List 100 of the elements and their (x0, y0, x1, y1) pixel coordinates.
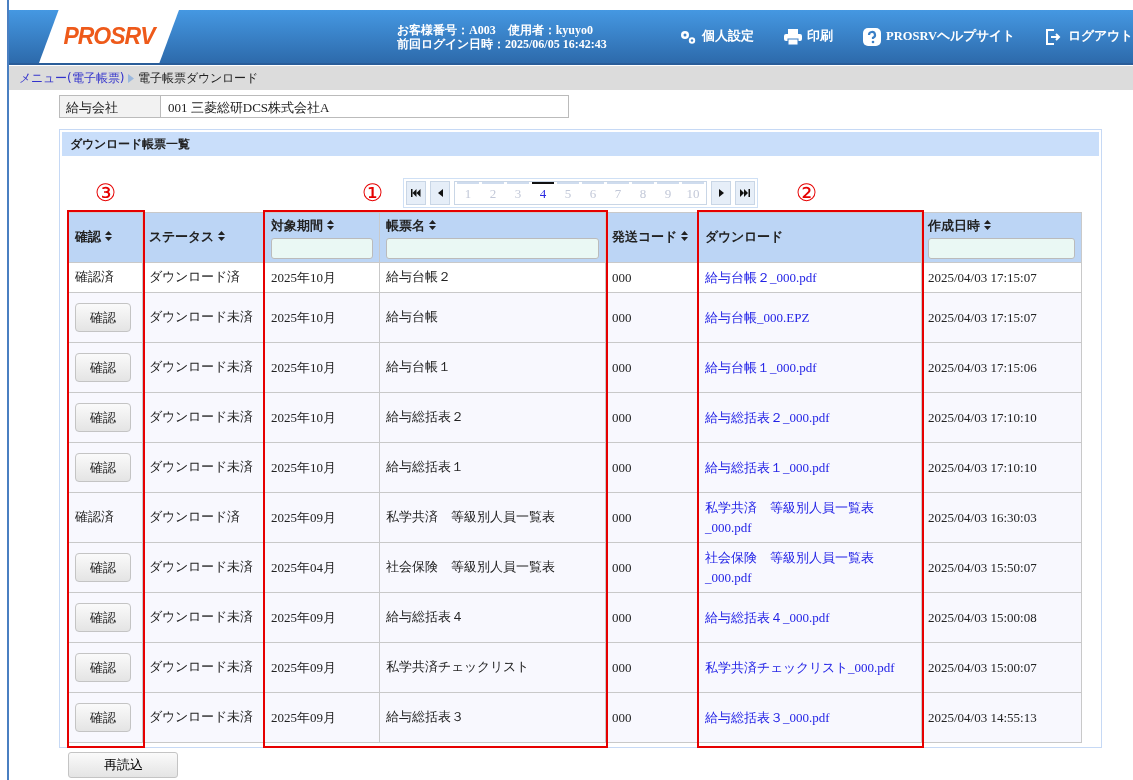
confirm-button[interactable]: 確認 (75, 452, 131, 483)
reload-button[interactable]: 再読込 (68, 752, 178, 778)
confirm-button[interactable]: 確認 (75, 652, 131, 683)
report-name-cell: 給与総括表２ (379, 392, 606, 443)
status-cell: ダウンロード未済 (142, 292, 265, 343)
breadcrumb-current: 電子帳票ダウンロード (138, 70, 259, 87)
column-header[interactable]: 帳票名 (379, 212, 606, 263)
gear-icon (679, 28, 698, 45)
sort-icon[interactable] (429, 220, 436, 230)
sort-icon[interactable] (984, 220, 991, 230)
column-header[interactable]: ステータス (142, 212, 265, 263)
nav-link[interactable]: 印刷 (784, 27, 834, 46)
report-name-cell: 私学共済チェックリスト (379, 642, 606, 693)
period-cell: 2025年10月 (264, 262, 380, 293)
period-cell: 2025年04月 (264, 542, 380, 593)
report-name-cell: 給与台帳１ (379, 342, 606, 393)
column-label: ダウンロード (705, 229, 783, 245)
confirm-button[interactable]: 確認 (75, 602, 131, 633)
previous-page-button[interactable] (430, 181, 450, 205)
confirm-button[interactable]: 確認 (75, 352, 131, 383)
confirm-status: 確認済 (75, 269, 114, 285)
annotation-number: ① (360, 181, 385, 205)
column-label: 確認 (75, 229, 101, 245)
sort-icon[interactable] (681, 231, 688, 242)
nav-link[interactable]: ログアウト (1045, 27, 1133, 46)
first-page-icon (411, 189, 421, 197)
panel-title: ダウンロード帳票一覧 (62, 132, 1099, 156)
status-cell: ダウンロード未済 (142, 442, 265, 493)
column-label: 発送コード (612, 229, 677, 245)
next-page-button[interactable] (711, 181, 731, 205)
sort-icon[interactable] (105, 231, 112, 242)
logout-icon (1045, 28, 1063, 45)
period-cell: 2025年09月 (264, 692, 380, 743)
period-cell: 2025年09月 (264, 492, 380, 543)
field-value: 001 三菱総研DCS株式会社A (167, 99, 331, 117)
code-cell: 000 (605, 642, 699, 693)
nav-link[interactable]: PROSRVヘルプサイト (863, 27, 1015, 46)
printer-icon (784, 28, 803, 45)
created-cell: 2025/04/03 15:50:07 (921, 542, 1082, 593)
chevron-icon (128, 73, 135, 83)
filter-field[interactable] (271, 237, 373, 259)
previous-page-icon (437, 189, 443, 197)
annotation-number: ② (794, 181, 819, 205)
status-cell: ダウンロード未済 (142, 392, 265, 443)
report-name-cell: 給与台帳 (379, 292, 606, 343)
code-cell: 000 (605, 342, 699, 393)
confirm-button[interactable]: 確認 (75, 552, 131, 583)
code-cell: 000 (605, 592, 699, 643)
status-cell: ダウンロード未済 (142, 342, 265, 393)
first-page-button[interactable] (406, 181, 426, 205)
created-cell: 2025/04/03 17:15:07 (921, 292, 1082, 343)
code-cell: 000 (605, 692, 699, 743)
column-header[interactable]: 発送コード (605, 212, 699, 263)
code-cell: 000 (605, 542, 699, 593)
column-label: ステータス (149, 229, 214, 245)
period-cell: 2025年10月 (264, 292, 380, 343)
report-name-cell: 給与総括表１ (379, 442, 606, 493)
status-cell: ダウンロード未済 (142, 642, 265, 693)
help-icon (863, 27, 882, 46)
code-cell: 000 (605, 492, 699, 543)
period-cell: 2025年10月 (264, 392, 380, 443)
created-cell: 2025/04/03 15:00:07 (921, 642, 1082, 693)
confirm-status: 確認済 (75, 509, 114, 525)
report-name-cell: 社会保険 等級別人員一覧表 (379, 542, 606, 593)
last-page-icon (740, 189, 750, 197)
annotation-number: ③ (93, 181, 118, 205)
header-info-text: 前回ログイン日時：2025/06/05 16:42:43 (397, 36, 607, 51)
column-label: 作成日時 (928, 218, 980, 233)
status-cell: ダウンロード済 (142, 492, 265, 543)
nav-link[interactable]: 個人設定 (679, 27, 755, 46)
page-number[interactable]: 4 (532, 182, 554, 204)
filter-field[interactable] (928, 237, 1075, 259)
status-cell: ダウンロード済 (142, 262, 265, 293)
confirm-button[interactable]: 確認 (75, 302, 131, 333)
column-header[interactable]: 作成日時 (921, 212, 1082, 263)
confirm-button[interactable]: 確認 (75, 702, 131, 733)
column-header[interactable]: 対象期間 (264, 212, 380, 263)
code-cell: 000 (605, 392, 699, 443)
last-page-button[interactable] (735, 181, 755, 205)
period-cell: 2025年09月 (264, 592, 380, 643)
created-cell: 2025/04/03 15:00:08 (921, 592, 1082, 643)
next-page-icon (718, 189, 724, 197)
breadcrumb-link[interactable]: メニュー(電子帳票) (19, 69, 125, 87)
filter-field[interactable] (386, 237, 599, 259)
field-label: 給与会社 (60, 96, 161, 117)
created-cell: 2025/04/03 17:10:10 (921, 442, 1082, 493)
confirm-button[interactable]: 確認 (75, 402, 131, 433)
code-cell: 000 (605, 442, 699, 493)
created-cell: 2025/04/03 17:15:07 (921, 262, 1082, 293)
status-cell: ダウンロード未済 (142, 592, 265, 643)
sort-icon[interactable] (327, 220, 334, 230)
status-cell: ダウンロード未済 (142, 542, 265, 593)
column-header[interactable]: 確認 (68, 212, 143, 263)
column-label: 対象期間 (271, 218, 323, 233)
created-cell: 2025/04/03 17:15:06 (921, 342, 1082, 393)
report-name-cell: 私学共済 等級別人員一覧表 (379, 492, 606, 543)
sort-icon[interactable] (218, 231, 225, 242)
created-cell: 2025/04/03 14:55:13 (921, 692, 1082, 743)
status-cell: ダウンロード未済 (142, 692, 265, 743)
created-cell: 2025/04/03 17:10:10 (921, 392, 1082, 443)
